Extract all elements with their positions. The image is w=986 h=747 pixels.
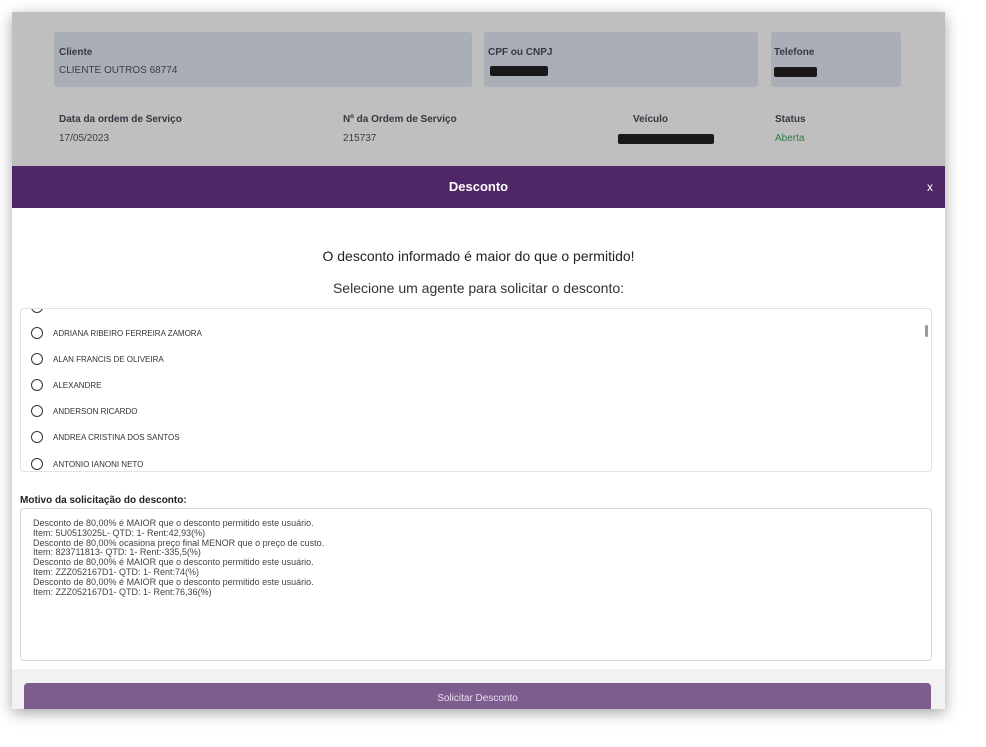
warning-message: O desconto informado é maior do que o pe… [322, 248, 635, 264]
radio-icon[interactable] [31, 309, 43, 313]
agent-item[interactable]: ANDERSON RICARDO [31, 401, 137, 421]
reason-label: Motivo da solicitação do desconto: [20, 495, 187, 506]
radio-icon[interactable] [31, 379, 43, 391]
agent-name: ANTONIO IANONI NETO [53, 459, 144, 469]
modal-title: Desconto [448, 179, 509, 194]
radio-icon[interactable] [31, 327, 43, 339]
instruction-message: Selecione um agente para solicitar o des… [332, 280, 625, 296]
modal-header: Desconto x [12, 166, 945, 208]
agent-name: ANDERSON RICARDO [53, 406, 138, 416]
app-window: Cliente CLIENTE OUTROS 68774 CPF ou CNPJ… [12, 12, 945, 709]
agent-list[interactable]: ADRIANA RIBEIRO FERREIRA ZAMORA ALAN FRA… [20, 308, 932, 472]
request-discount-button[interactable]: Solicitar Desconto [24, 683, 931, 709]
reason-textarea[interactable]: Desconto de 80,00% é MAIOR que o descont… [20, 508, 932, 661]
agent-item[interactable]: ADRIANA RIBEIRO FERREIRA ZAMORA [31, 323, 202, 343]
radio-icon[interactable] [31, 458, 43, 470]
radio-icon[interactable] [31, 431, 43, 443]
agent-name: ALAN FRANCIS DE OLIVEIRA [53, 354, 164, 364]
scrollbar-thumb[interactable] [925, 325, 928, 337]
modal-body: O desconto informado é maior do que o pe… [12, 208, 945, 709]
agent-name: ADRIANA RIBEIRO FERREIRA ZAMORA [53, 328, 202, 338]
modal-backdrop [12, 12, 945, 168]
radio-icon[interactable] [31, 353, 43, 365]
agent-item[interactable]: ALEXANDRE [31, 375, 101, 395]
agent-name: ALEXANDRE [53, 380, 102, 390]
reason-line: Item: ZZZ052167D1- QTD: 1- Rent:76,36(%) [33, 586, 212, 597]
radio-icon[interactable] [31, 405, 43, 417]
agent-name: ANDREA CRISTINA DOS SANTOS [53, 432, 180, 442]
agent-item[interactable]: ALAN FRANCIS DE OLIVEIRA [31, 349, 164, 369]
close-button[interactable]: x [927, 180, 933, 194]
agent-item[interactable]: ANTONIO IANONI NETO [31, 454, 144, 471]
agent-item[interactable]: ANDREA CRISTINA DOS SANTOS [31, 427, 180, 447]
agent-item-cutoff[interactable] [31, 309, 53, 317]
